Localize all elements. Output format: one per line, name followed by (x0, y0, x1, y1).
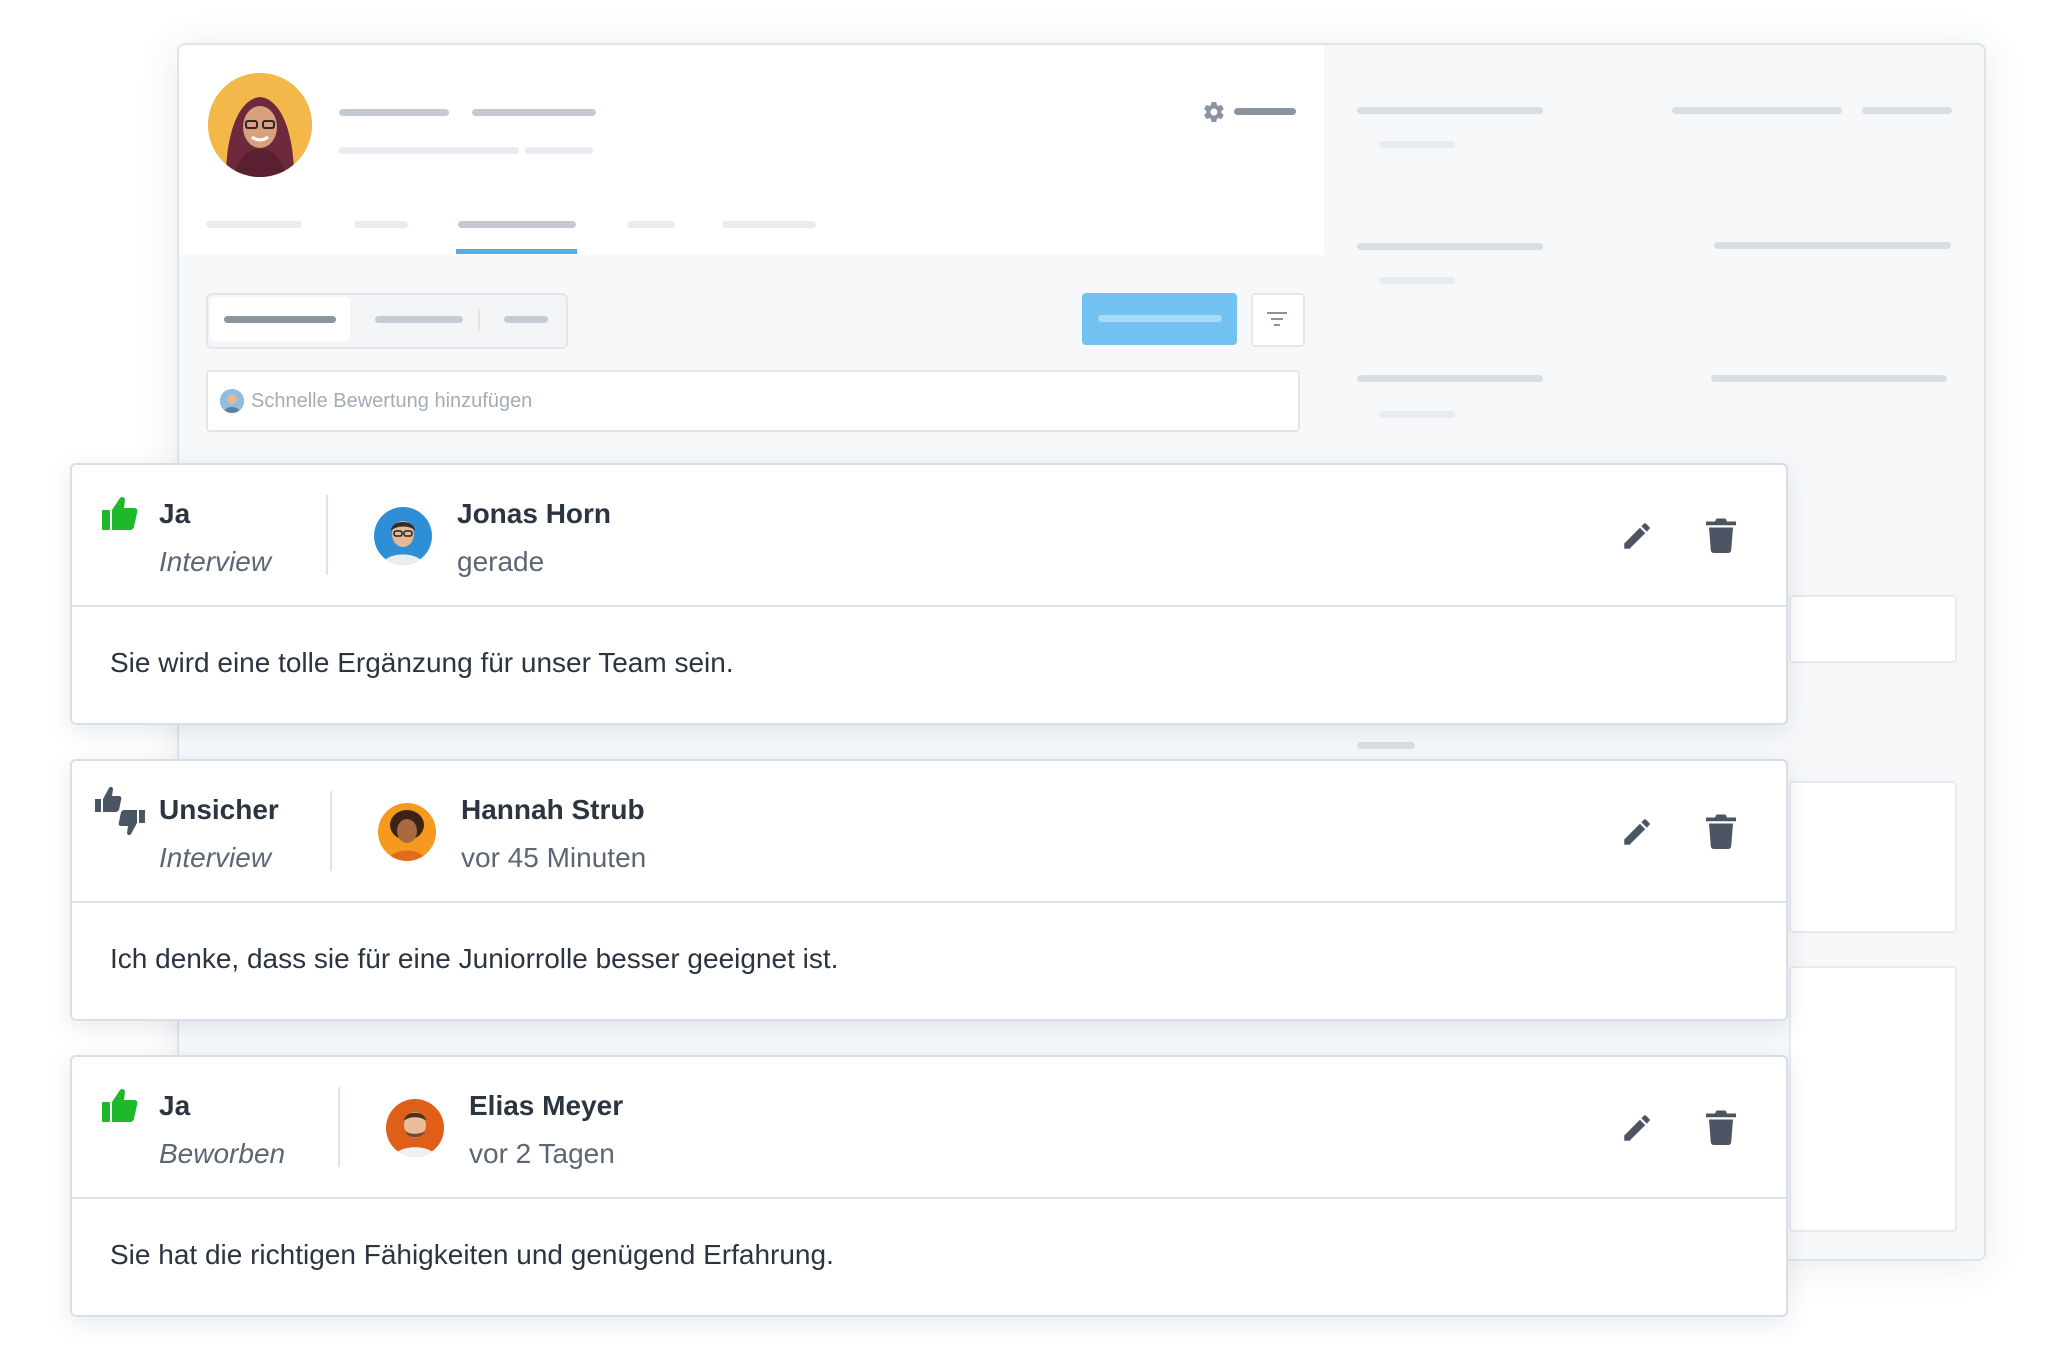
tab-placeholder[interactable] (354, 221, 408, 228)
reviewer-avatar (378, 803, 436, 861)
sidebar-box (1789, 966, 1957, 1232)
thumbs-up-down-icon (95, 786, 145, 836)
sidebar-placeholder (1379, 277, 1455, 284)
feedback-card-header: Unsicher Interview Hannah Strub vor 45 M… (72, 761, 1786, 903)
review-time: gerade (457, 546, 545, 577)
reviewer-name[interactable]: Jonas Horn (457, 495, 611, 533)
verdict-label: Unsicher (159, 794, 279, 825)
edit-icon[interactable] (1620, 1111, 1654, 1145)
divider (326, 495, 328, 575)
placeholder-line (472, 109, 596, 116)
sidebar-placeholder (1862, 107, 1952, 114)
sidebar-box (1789, 781, 1957, 933)
stage-label: Interview (159, 546, 272, 577)
feedback-card: Unsicher Interview Hannah Strub vor 45 M… (70, 759, 1788, 1021)
active-tab-underline (456, 249, 577, 254)
segment-placeholder[interactable] (375, 316, 463, 323)
reviewer-avatar (386, 1099, 444, 1157)
settings-label-placeholder (1234, 108, 1296, 115)
thumbs-up-icon (102, 496, 138, 530)
filter-icon (1267, 312, 1287, 326)
feedback-card-header: Ja Interview Jonas Horn gerade (72, 465, 1786, 607)
tab-placeholder[interactable] (206, 221, 302, 228)
feedback-card-header: Ja Beworben Elias Meyer vor 2 Tagen (72, 1057, 1786, 1199)
sidebar-placeholder (1379, 141, 1455, 148)
placeholder-line (1098, 315, 1222, 322)
review-time: vor 45 Minuten (461, 842, 647, 873)
current-user-avatar (220, 389, 244, 413)
trash-icon[interactable] (1706, 1109, 1736, 1145)
quick-review-input[interactable]: Schnelle Bewertung hinzufügen (206, 370, 1300, 432)
sidebar-placeholder (1357, 375, 1543, 382)
placeholder-line (339, 147, 519, 154)
divider (338, 1087, 340, 1167)
profile-header (179, 45, 1324, 255)
reviewer-avatar (374, 507, 432, 565)
trash-icon[interactable] (1706, 813, 1736, 849)
sidebar-placeholder (1672, 107, 1842, 114)
trash-icon[interactable] (1706, 517, 1736, 553)
review-time: vor 2 Tagen (469, 1138, 615, 1169)
reviewer-name[interactable]: Elias Meyer (469, 1087, 623, 1125)
primary-action-button[interactable] (1082, 293, 1237, 345)
quick-review-placeholder: Schnelle Bewertung hinzufügen (251, 390, 533, 412)
tab-placeholder[interactable] (722, 221, 816, 228)
thumbs-up-icon (102, 1088, 138, 1122)
segment-placeholder[interactable] (504, 316, 548, 323)
placeholder-line (224, 316, 336, 323)
tab-active-placeholder[interactable] (458, 221, 576, 228)
tab-placeholder[interactable] (627, 221, 675, 228)
sidebar-placeholder (1357, 243, 1543, 250)
gear-icon[interactable] (1202, 100, 1226, 124)
verdict-label: Ja (159, 1090, 191, 1121)
edit-icon[interactable] (1620, 815, 1654, 849)
view-segmented-control (206, 293, 568, 349)
candidate-avatar[interactable] (208, 73, 312, 177)
feedback-comment: Sie wird eine tolle Ergänzung für unser … (110, 647, 734, 678)
verdict-label: Ja (159, 498, 191, 529)
segment-divider (478, 309, 480, 331)
feedback-card: Ja Interview Jonas Horn gerade Sie wird … (70, 463, 1788, 725)
placeholder-line (525, 147, 593, 154)
placeholder-line (339, 109, 449, 116)
feedback-comment: Sie hat die richtigen Fähigkeiten und ge… (110, 1239, 834, 1270)
sidebar-placeholder (1357, 107, 1543, 114)
scroll-handle[interactable] (1357, 742, 1415, 749)
edit-icon[interactable] (1620, 519, 1654, 553)
sidebar-placeholder (1379, 411, 1455, 418)
feedback-comment: Ich denke, dass sie für eine Juniorrolle… (110, 943, 839, 974)
sidebar-box (1789, 595, 1957, 663)
segment-active[interactable] (210, 297, 350, 341)
sidebar-placeholder (1714, 242, 1951, 249)
filter-button[interactable] (1251, 293, 1305, 347)
sidebar-placeholder (1711, 375, 1947, 382)
reviewer-name[interactable]: Hannah Strub (461, 791, 645, 829)
divider (330, 791, 332, 871)
stage-label: Interview (159, 842, 272, 873)
feedback-card: Ja Beworben Elias Meyer vor 2 Tagen Sie … (70, 1055, 1788, 1317)
stage-label: Beworben (159, 1138, 286, 1169)
